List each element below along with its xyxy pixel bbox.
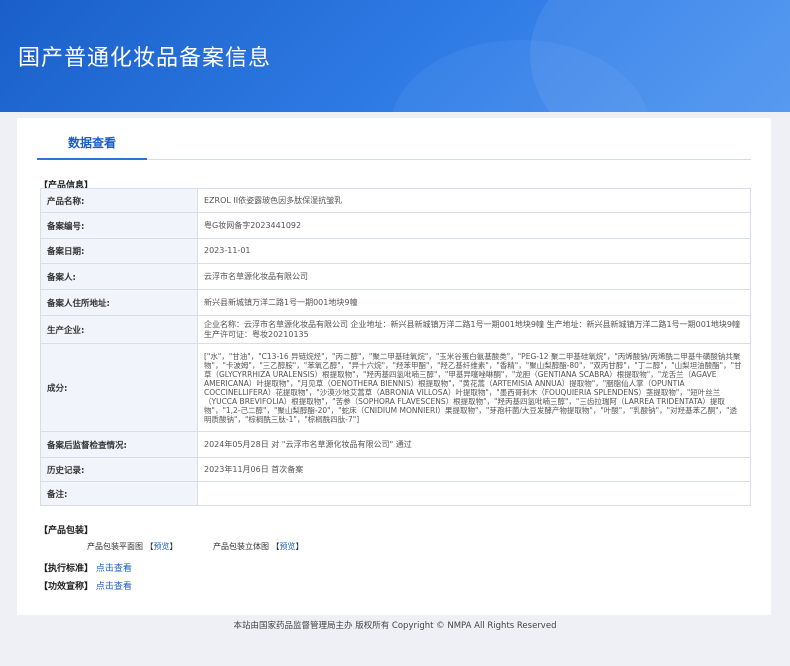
efficacy-row: 【功效宣称】 点击查看 bbox=[39, 579, 132, 592]
row-label: 备案后监督检查情况: bbox=[40, 431, 198, 458]
row-label: 成分: bbox=[40, 343, 198, 432]
table-row: 备注: bbox=[40, 481, 751, 506]
table-row: 备案人: 云浮市名草源化妆品有限公司 bbox=[40, 263, 751, 290]
table-row: 备案编号: 粤G妆网备字2023441092 bbox=[40, 212, 751, 239]
efficacy-view-link[interactable]: 点击查看 bbox=[96, 582, 132, 592]
row-label: 备案人: bbox=[40, 263, 198, 290]
page-title: 国产普通化妆品备案信息 bbox=[18, 46, 272, 71]
page-footer: 本站由国家药品监督管理局主办 版权所有 Copyright © NMPA All… bbox=[233, 621, 557, 631]
tab-active-indicator bbox=[37, 158, 147, 160]
row-label: 备案人住所地址: bbox=[40, 289, 198, 316]
table-row: 备案日期: 2023-11-01 bbox=[40, 238, 751, 264]
row-value: 2024年05月28日 对 "云浮市名草源化妆品有限公司" 通过 bbox=[197, 431, 751, 458]
package-flat-preview-link[interactable]: 预览 bbox=[154, 542, 170, 551]
table-row: 备案人住所地址: 新兴县新城镇万洋二路1号一期001地块9幢 bbox=[40, 289, 751, 316]
standard-row: 【执行标准】 点击查看 bbox=[39, 561, 132, 574]
row-label: 备案日期: bbox=[40, 238, 198, 264]
efficacy-label: 【功效宣称】 bbox=[39, 582, 94, 592]
row-value: 企业名称：云浮市名草源化妆品有限公司 企业地址：新兴县新城镇万洋二路1号一期00… bbox=[197, 315, 751, 344]
bracket: 】 bbox=[169, 542, 178, 551]
package-solid-label: 产品包装立体图 bbox=[213, 542, 269, 551]
table-row: 历史记录: 2023年11月06日 首次备案 bbox=[40, 457, 751, 482]
row-value: ["水"，"甘油"，"C13-16 异链烷烃"，"丙二醇"，"聚二甲基硅氧烷"，… bbox=[197, 343, 751, 432]
section-label-package: 【产品包装】 bbox=[39, 526, 94, 536]
row-value: 2023-11-01 bbox=[197, 238, 751, 264]
row-label: 生产企业: bbox=[40, 315, 198, 344]
row-label: 备案编号: bbox=[40, 212, 198, 239]
package-solid-preview-link[interactable]: 预览 bbox=[280, 542, 296, 551]
package-solid: 产品包装立体图 【预览】 bbox=[213, 541, 304, 552]
package-flat-label: 产品包装平面图 bbox=[87, 542, 143, 551]
row-value: 粤G妆网备字2023441092 bbox=[197, 212, 751, 239]
package-flat: 产品包装平面图 【预览】 bbox=[87, 541, 178, 552]
bracket: 【 bbox=[271, 542, 280, 551]
content-card: 数据查看 【产品信息】 产品名称: EZROL II依姿露玻色因多肽保湿抗皱乳 … bbox=[17, 118, 771, 615]
row-label: 产品名称: bbox=[40, 188, 198, 213]
table-row: 成分: ["水"，"甘油"，"C13-16 异链烷烃"，"丙二醇"，"聚二甲基硅… bbox=[40, 343, 751, 432]
table-row: 产品名称: EZROL II依姿露玻色因多肽保湿抗皱乳 bbox=[40, 188, 751, 213]
row-value: 2023年11月06日 首次备案 bbox=[197, 457, 751, 482]
tab-data-view[interactable]: 数据查看 bbox=[37, 134, 147, 160]
product-info-table: 产品名称: EZROL II依姿露玻色因多肽保湿抗皱乳 备案编号: 粤G妆网备字… bbox=[40, 188, 751, 506]
row-value: 云浮市名草源化妆品有限公司 bbox=[197, 263, 751, 290]
table-row: 备案后监督检查情况: 2024年05月28日 对 "云浮市名草源化妆品有限公司"… bbox=[40, 431, 751, 458]
standard-view-link[interactable]: 点击查看 bbox=[96, 564, 132, 574]
bracket: 【 bbox=[145, 542, 154, 551]
row-value: 新兴县新城镇万洋二路1号一期001地块9幢 bbox=[197, 289, 751, 316]
standard-label: 【执行标准】 bbox=[39, 564, 94, 574]
row-label: 备注: bbox=[40, 481, 198, 506]
table-row: 生产企业: 企业名称：云浮市名草源化妆品有限公司 企业地址：新兴县新城镇万洋二路… bbox=[40, 315, 751, 344]
page-header: 国产普通化妆品备案信息 bbox=[0, 0, 790, 112]
row-value: EZROL II依姿露玻色因多肽保湿抗皱乳 bbox=[197, 188, 751, 213]
bracket: 】 bbox=[295, 542, 304, 551]
row-label: 历史记录: bbox=[40, 457, 198, 482]
row-value bbox=[197, 481, 751, 506]
